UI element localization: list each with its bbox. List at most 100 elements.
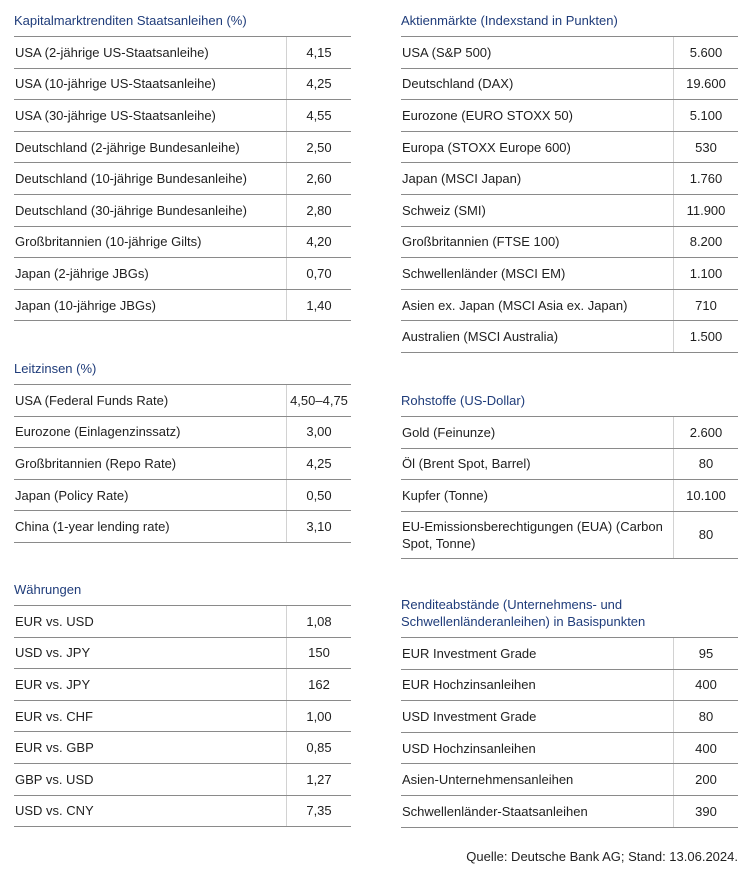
row-label: USA (S&P 500): [402, 44, 492, 60]
table-row: Schwellenländer-Staatsanleihen 390: [401, 795, 738, 828]
row-label: EUR vs. CHF: [15, 708, 93, 724]
table-row: EUR vs. USD 1,08: [14, 606, 351, 638]
row-value: 200: [673, 764, 738, 795]
source-note: Quelle: Deutsche Bank AG; Stand: 13.06.2…: [466, 849, 738, 864]
row-value: 162: [286, 669, 351, 700]
row-value: 0,50: [286, 479, 351, 511]
table-row: Asien-Unternehmensanleihen 200: [401, 764, 738, 796]
row-value: 2,60: [286, 163, 351, 194]
fx-rows: EUR vs. USD 1,08 USD vs. JPY 150 EUR vs. JPY…: [14, 606, 351, 828]
row-value: 4,55: [286, 100, 351, 131]
row-label: Gold (Feinunze): [402, 424, 496, 440]
row-label: Japan (10-jährige JBGs): [15, 297, 156, 313]
row-label: GBP vs. USD: [15, 771, 94, 787]
row-label: China (1-year lending rate): [15, 519, 170, 535]
row-value: 7,35: [286, 795, 351, 827]
row-value: 1,00: [286, 700, 351, 732]
equities-title: Aktienmärkte (Indexstand in Punkten): [401, 0, 738, 37]
table-row: EUR vs. GBP 0,85: [14, 732, 351, 764]
table-row: EUR Investment Grade 95: [401, 638, 738, 670]
row-label: Deutschland (10-jährige Bundesanleihe): [15, 171, 247, 187]
commodities-table: Rohstoffe (US-Dollar) Gold (Feinunze) 2.6…: [401, 385, 738, 559]
row-value: 400: [673, 732, 738, 764]
table-row: Japan (2-jährige JBGs) 0,70: [14, 258, 351, 290]
equities-rows: USA (S&P 500) 5.600 Deutschland (DAX) 19.60…: [401, 37, 738, 353]
row-label: Japan (2-jährige JBGs): [15, 265, 149, 281]
row-label: Öl (Brent Spot, Barrel): [402, 456, 531, 472]
row-value: 1,40: [286, 289, 351, 321]
row-value: 150: [286, 637, 351, 669]
row-label: Australien (MSCI Australia): [402, 329, 559, 345]
row-value: 3,10: [286, 511, 351, 542]
rates-rows: USA (Federal Funds Rate) 4,50–4,75 Eurozon…: [14, 385, 351, 543]
row-label: Schwellenländer (MSCI EM): [402, 265, 566, 281]
table-row: Japan (Policy Rate) 0,50: [14, 479, 351, 512]
table-row: USD Hochzinsanleihen 400: [401, 732, 738, 765]
row-value: 4,20: [286, 226, 351, 258]
fx-title: Währungen: [14, 574, 351, 606]
row-value: 390: [673, 795, 738, 827]
row-label: USA (30-jährige US-Staatsanleihe): [15, 107, 216, 123]
table-row: Schweiz (SMI) 11.900: [401, 194, 738, 227]
table-row: USA (S&P 500) 5.600: [401, 37, 738, 69]
bonds-rows: USA (2-jährige US-Staatsanleihe) 4,15 USA …: [14, 37, 351, 322]
table-row: EU-Emissionsberechtigungen (EUA) (Carbon…: [401, 511, 738, 559]
row-label: Großbritannien (10-jährige Gilts): [15, 234, 202, 250]
row-label: Großbritannien (FTSE 100): [402, 234, 560, 250]
row-label: Schweiz (SMI): [402, 202, 486, 218]
row-value: 5.100: [673, 100, 738, 131]
table-row: Deutschland (DAX) 19.600: [401, 68, 738, 101]
row-value: 11.900: [673, 194, 738, 226]
row-value: 1.760: [673, 163, 738, 194]
table-row: Eurozone (Einlagenzinssatz) 3,00: [14, 416, 351, 449]
table-row: Öl (Brent Spot, Barrel) 80: [401, 448, 738, 481]
row-value: 80: [673, 448, 738, 480]
row-value: 95: [673, 638, 738, 669]
row-label: Deutschland (2-jährige Bundesanleihe): [15, 139, 240, 155]
row-label: USA (Federal Funds Rate): [15, 392, 169, 408]
table-row: EUR vs. JPY 162: [14, 669, 351, 701]
row-value: 710: [673, 289, 738, 321]
table-row: USA (2-jährige US-Staatsanleihe) 4,15: [14, 37, 351, 69]
table-row: USA (10-jährige US-Staatsanleihe) 4,25: [14, 68, 351, 101]
row-label: USD vs. JPY: [15, 645, 91, 661]
table-row: GBP vs. USD 1,27: [14, 763, 351, 796]
row-value: 4,25: [286, 68, 351, 100]
table-row: Japan (MSCI Japan) 1.760: [401, 163, 738, 195]
table-row: Großbritannien (10-jährige Gilts) 4,20: [14, 226, 351, 259]
row-value: 4,15: [286, 37, 351, 68]
row-value: 1.100: [673, 258, 738, 289]
row-label: USD Investment Grade: [402, 708, 537, 724]
row-label: EUR Investment Grade: [402, 645, 537, 661]
rates-title: Leitzinsen (%): [14, 353, 351, 385]
row-label: Großbritannien (Repo Rate): [15, 455, 177, 471]
commodities-title: Rohstoffe (US-Dollar): [401, 385, 738, 417]
table-row: USD vs. CNY 7,35: [14, 795, 351, 828]
row-label: USD vs. CNY: [15, 803, 94, 819]
row-value: 1,08: [286, 606, 351, 637]
table-row: USA (Federal Funds Rate) 4,50–4,75: [14, 385, 351, 417]
table-row: Deutschland (10-jährige Bundesanleihe) 2,…: [14, 163, 351, 195]
table-row: Deutschland (30-jährige Bundesanleihe) 2,…: [14, 194, 351, 227]
row-value: 2,50: [286, 131, 351, 163]
row-label: Europa (STOXX Europe 600): [402, 139, 571, 155]
row-value: 8.200: [673, 226, 738, 258]
table-row: Kupfer (Tonne) 10.100: [401, 480, 738, 512]
rates-table: Leitzinsen (%) USA (Federal Funds Rate) 4…: [14, 353, 351, 543]
row-value: 4,25: [286, 448, 351, 479]
bonds-table: Kapitalmarktrenditen Staatsanleihen (%) …: [14, 0, 351, 322]
row-label: Schwellenländer-Staatsanleihen: [402, 803, 588, 819]
row-value: 19.600: [673, 68, 738, 100]
spreads-title: Renditeabstände (Unternehmens- und Schwe…: [401, 597, 646, 629]
spreads-table: Renditeabstände (Unternehmens- und Schwe…: [401, 590, 738, 828]
table-row: Europa (STOXX Europe 600) 530: [401, 131, 738, 164]
row-label: Deutschland (DAX): [402, 76, 514, 92]
row-label: Kupfer (Tonne): [402, 487, 488, 503]
row-value: 80: [673, 701, 738, 732]
table-row: Schwellenländer (MSCI EM) 1.100: [401, 258, 738, 290]
row-value: 80: [673, 511, 738, 558]
row-value: 0,85: [286, 732, 351, 763]
row-label: EUR vs. USD: [15, 613, 94, 629]
row-value: 0,70: [286, 258, 351, 289]
table-row: USD Investment Grade 80: [401, 701, 738, 733]
